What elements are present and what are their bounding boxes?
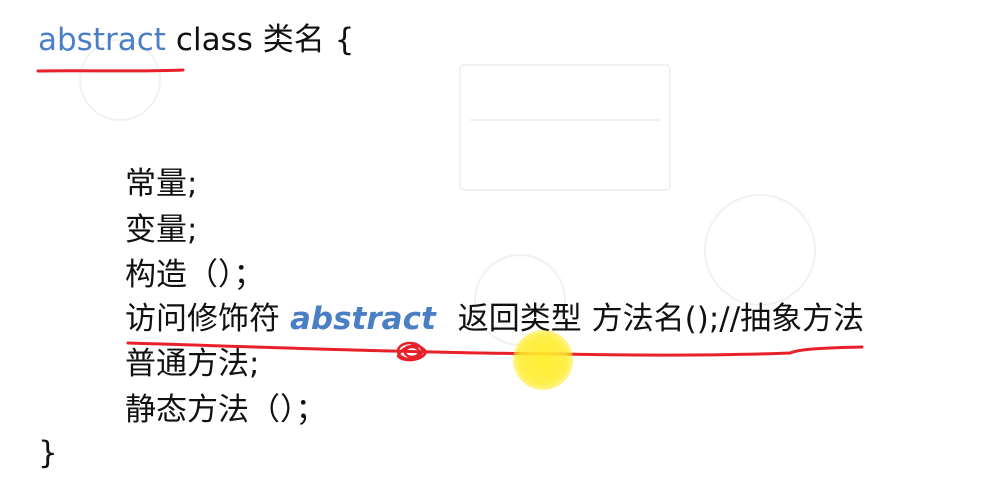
closing-brace: } — [38, 435, 58, 471]
underline-abstract-keyword — [36, 68, 185, 73]
scribble-mark — [396, 341, 428, 362]
class-declaration-rest: class 类名 { — [175, 22, 355, 58]
abstract-keyword: abstract — [38, 22, 166, 58]
abstract-method-signature: 返回类型 方法名();//抽象方法 — [457, 301, 865, 337]
variables-line: 变量; — [125, 212, 198, 248]
normal-method-line: 普通方法; — [125, 346, 260, 382]
cursor-highlight-icon — [513, 330, 573, 390]
abstract-method-line: 访问修饰符 abstract 返回类型 方法名();//抽象方法 — [125, 299, 864, 339]
constants-line: 常量; — [125, 166, 198, 202]
access-modifier-text: 访问修饰符 — [125, 301, 280, 337]
static-method-line: 静态方法（）； — [125, 392, 327, 428]
constructor-line: 构造（）； — [125, 257, 265, 293]
abstract-method-keyword: abstract — [290, 301, 436, 337]
class-declaration-line: abstract class 类名 { — [38, 20, 354, 60]
